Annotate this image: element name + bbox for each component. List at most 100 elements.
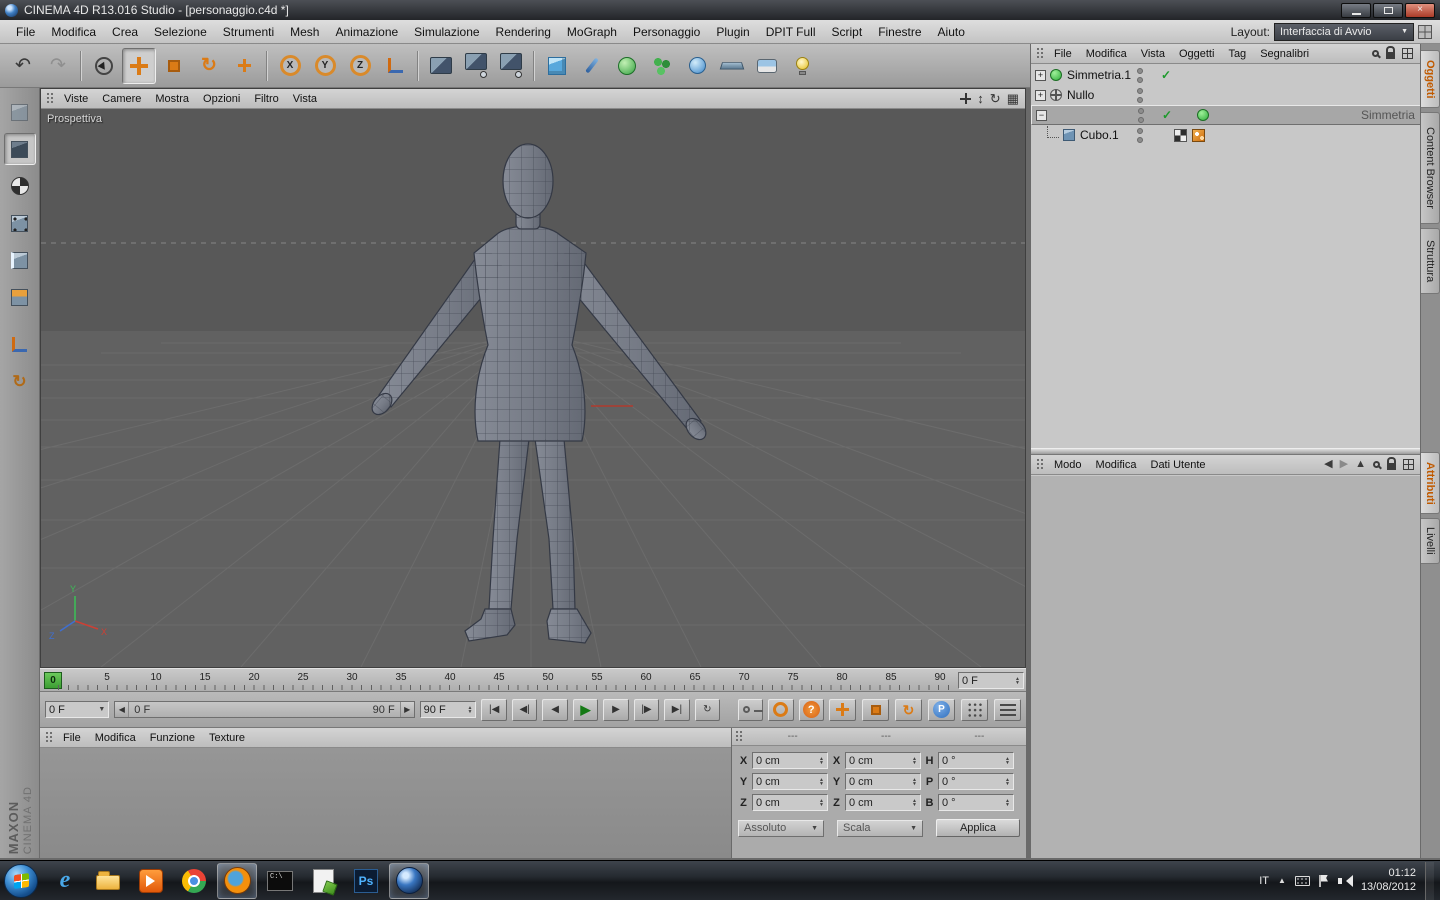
add-light-button[interactable] bbox=[785, 48, 819, 84]
make-editable-button[interactable] bbox=[4, 96, 36, 128]
model-mode-button[interactable] bbox=[4, 133, 36, 165]
object-row-nullo[interactable]: + Nullo bbox=[1031, 85, 1421, 105]
show-desktop-button[interactable] bbox=[1425, 862, 1434, 900]
lock-z-axis-button[interactable]: Z bbox=[343, 48, 377, 84]
layout-select[interactable]: Interfaccia di Avvio ▼ bbox=[1274, 23, 1414, 41]
viewport-menu-opzioni[interactable]: Opzioni bbox=[196, 93, 247, 105]
autokey-button[interactable] bbox=[768, 699, 793, 721]
taskbar-photoshop-button[interactable]: Ps bbox=[346, 863, 386, 899]
taskbar-ie-button[interactable]: e bbox=[45, 863, 85, 899]
dolly-view-icon[interactable]: ↕ bbox=[977, 92, 984, 105]
menu-simulazione[interactable]: Simulazione bbox=[406, 25, 487, 39]
materials-menu-texture[interactable]: Texture bbox=[202, 732, 252, 744]
frame-spinner[interactable]: ▲▼ bbox=[1015, 677, 1020, 685]
previous-key-button[interactable]: ◀| bbox=[512, 699, 537, 721]
record-parameter-toggle[interactable]: P bbox=[928, 699, 955, 721]
coords-size-header[interactable]: --- bbox=[839, 731, 932, 742]
apply-button[interactable]: Applica bbox=[936, 819, 1020, 837]
current-frame-field[interactable]: 0 F ▲▼ bbox=[958, 672, 1024, 689]
om-menu-tag[interactable]: Tag bbox=[1221, 48, 1253, 60]
object-row-cubo1[interactable]: Cubo.1 bbox=[1031, 125, 1421, 145]
taskbar-firefox-button[interactable] bbox=[217, 863, 257, 899]
next-key-button[interactable]: |▶ bbox=[634, 699, 659, 721]
move-tool-button[interactable] bbox=[122, 48, 156, 84]
add-primitive-cube-button[interactable] bbox=[540, 48, 574, 84]
lock-x-axis-button[interactable]: X bbox=[273, 48, 307, 84]
pin-icon[interactable]: ▲ bbox=[1355, 459, 1366, 470]
om-menu-vista[interactable]: Vista bbox=[1134, 48, 1172, 60]
keyboard-indicator-icon[interactable] bbox=[1295, 876, 1310, 886]
menu-selezione[interactable]: Selezione bbox=[146, 25, 215, 39]
viewport-menu-camere[interactable]: Camere bbox=[95, 93, 148, 105]
menu-modifica[interactable]: Modifica bbox=[43, 25, 104, 39]
tab-livelli[interactable]: Livelli bbox=[1421, 518, 1440, 564]
add-deformer-button[interactable] bbox=[680, 48, 714, 84]
menu-aiuto[interactable]: Aiuto bbox=[930, 25, 973, 39]
materials-menu-funzione[interactable]: Funzione bbox=[143, 732, 202, 744]
undo-button[interactable]: ↶ bbox=[6, 48, 40, 84]
tab-struttura[interactable]: Struttura bbox=[1421, 228, 1440, 294]
action-center-icon[interactable] bbox=[1319, 875, 1329, 887]
play-button[interactable]: ▶ bbox=[573, 699, 598, 721]
rotate-tool-button[interactable]: ↻ bbox=[192, 48, 226, 84]
close-button[interactable]: × bbox=[1405, 3, 1435, 18]
menu-plugin[interactable]: Plugin bbox=[708, 25, 757, 39]
snap-settings-button[interactable]: ↻ bbox=[4, 365, 36, 397]
taskbar-explorer-button[interactable] bbox=[88, 863, 128, 899]
panel-drag-handle[interactable] bbox=[735, 730, 743, 743]
live-selection-tool-button[interactable] bbox=[87, 48, 121, 84]
record-rotation-toggle[interactable]: ↻ bbox=[895, 699, 922, 721]
om-menu-oggetti[interactable]: Oggetti bbox=[1172, 48, 1221, 60]
timeline-ruler[interactable]: 0 5 10 15 20 25 30 35 40 45 50 55 60 65 … bbox=[40, 668, 1026, 692]
record-pla-toggle[interactable] bbox=[961, 699, 988, 721]
taskbar-chrome-button[interactable] bbox=[174, 863, 214, 899]
om-menu-modifica[interactable]: Modifica bbox=[1079, 48, 1134, 60]
tab-content-browser[interactable]: Content Browser bbox=[1421, 112, 1440, 224]
language-indicator[interactable]: IT bbox=[1259, 875, 1269, 887]
rot-h-field[interactable]: 0 °▲▼ bbox=[938, 752, 1014, 769]
record-position-toggle[interactable] bbox=[829, 699, 856, 721]
render-picture-vi ewer-button[interactable] bbox=[459, 48, 493, 84]
pos-z-field[interactable]: 0 cm▲▼ bbox=[752, 794, 828, 811]
coords-mode-select[interactable]: Assoluto ▼ bbox=[738, 820, 824, 837]
menu-strumenti[interactable]: Strumenti bbox=[215, 25, 282, 39]
menu-mesh[interactable]: Mesh bbox=[282, 25, 327, 39]
taskbar-cmd-button[interactable]: C:\ bbox=[260, 863, 300, 899]
panel-drag-handle[interactable] bbox=[1036, 458, 1044, 471]
am-menu-dati-utente[interactable]: Dati Utente bbox=[1144, 459, 1213, 471]
om-menu-file[interactable]: File bbox=[1047, 48, 1079, 60]
coords-scale-select[interactable]: Scala ▼ bbox=[837, 820, 923, 837]
object-row-simmetria[interactable]: − Simmetria ✓ bbox=[1031, 105, 1421, 125]
layout-grid-icon[interactable] bbox=[1418, 25, 1432, 39]
taskbar-cinema4d-button[interactable] bbox=[389, 863, 429, 899]
viewport-menu-viste[interactable]: Viste bbox=[57, 93, 95, 105]
taskbar-clock[interactable]: 01:12 13/08/2012 bbox=[1361, 867, 1416, 895]
add-spline-button[interactable] bbox=[575, 48, 609, 84]
frame-number-field[interactable]: 0 F ▼ bbox=[45, 701, 109, 718]
timeline-range-slider[interactable]: ◀ 0 F 90 F ▶ bbox=[114, 701, 414, 718]
last-tool-button[interactable] bbox=[227, 48, 261, 84]
record-keyframe-button[interactable] bbox=[738, 699, 763, 721]
add-floor-button[interactable] bbox=[715, 48, 749, 84]
texture-mode-button[interactable] bbox=[4, 170, 36, 202]
search-icon[interactable] bbox=[1372, 50, 1379, 57]
points-mode-button[interactable] bbox=[4, 207, 36, 239]
viewport-menu-mostra[interactable]: Mostra bbox=[148, 93, 196, 105]
menu-finestre[interactable]: Finestre bbox=[870, 25, 929, 39]
search-icon[interactable] bbox=[1373, 461, 1380, 468]
menu-script[interactable]: Script bbox=[824, 25, 871, 39]
coordinate-system-button[interactable] bbox=[378, 48, 412, 84]
scale-tool-button[interactable] bbox=[157, 48, 191, 84]
start-button[interactable] bbox=[4, 864, 38, 898]
expand-toggle-icon[interactable]: + bbox=[1035, 90, 1046, 101]
pos-x-field[interactable]: 0 cm▲▼ bbox=[752, 752, 828, 769]
end-frame-spinner[interactable]: ▲▼ bbox=[468, 706, 473, 714]
visibility-dots[interactable] bbox=[1137, 88, 1143, 103]
taskbar-editor-button[interactable] bbox=[303, 863, 343, 899]
om-menu-segnalibri[interactable]: Segnalibri bbox=[1253, 48, 1316, 60]
enable-axis-button[interactable] bbox=[4, 328, 36, 360]
record-scale-toggle[interactable] bbox=[862, 699, 889, 721]
panel-drag-handle[interactable] bbox=[46, 92, 54, 105]
add-cloner-button[interactable] bbox=[645, 48, 679, 84]
menu-animazione[interactable]: Animazione bbox=[327, 25, 406, 39]
